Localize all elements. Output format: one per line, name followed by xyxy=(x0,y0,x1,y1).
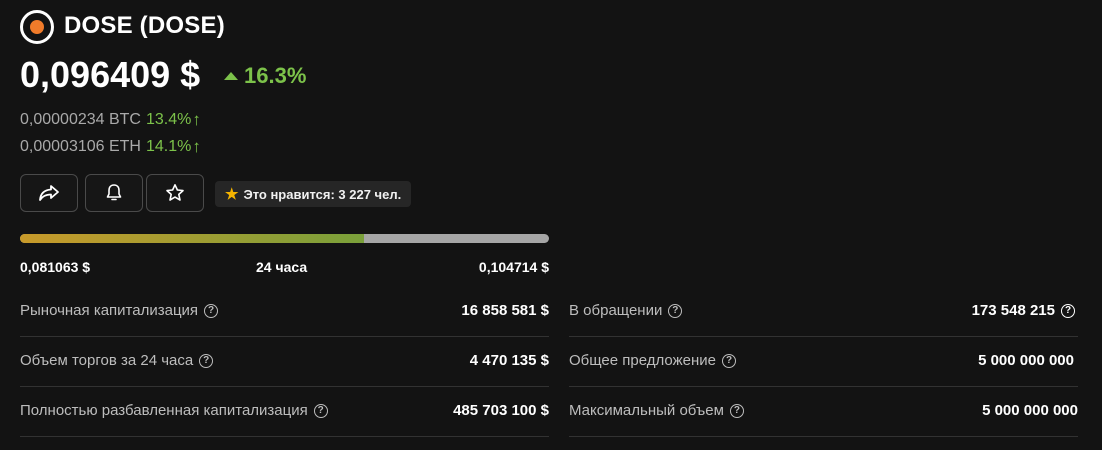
arrow-up-icon: ↑ xyxy=(192,137,201,156)
help-icon[interactable]: ? xyxy=(729,403,744,418)
coin-price: 0,096409 $ xyxy=(20,54,201,95)
range-period: 24 часа xyxy=(256,259,308,275)
share-icon xyxy=(39,185,59,201)
stat-label-market-cap: Рыночная капитализация? xyxy=(20,302,219,319)
help-icon[interactable]: ? xyxy=(1061,303,1075,318)
help-icon[interactable]: ? xyxy=(204,303,219,318)
eth-price-line: 0,00003106 ETH 14.1% ↑ xyxy=(20,137,201,157)
eth-value: 0,00003106 ETH xyxy=(20,138,141,155)
stat-label-total-supply: Общее предложение? xyxy=(569,352,736,369)
help-icon[interactable]: ? xyxy=(199,353,214,368)
watchlist-button[interactable] xyxy=(146,174,204,212)
divider xyxy=(569,436,1078,437)
likes-badge[interactable]: ★ Это нравится: 3 227 чел. xyxy=(215,181,412,207)
coin-title: DOSE (DOSE) xyxy=(64,12,225,39)
divider xyxy=(20,436,549,437)
stat-value-volume: 4 470 135 $ xyxy=(469,352,549,369)
stat-value-market-cap: 16 858 581 $ xyxy=(461,302,549,319)
alert-button[interactable] xyxy=(85,174,143,212)
help-icon[interactable]: ? xyxy=(722,353,736,368)
help-icon[interactable]: ? xyxy=(313,403,328,418)
price-change-value: 16.3% xyxy=(244,63,307,88)
arrow-up-icon: ↑ xyxy=(192,110,201,129)
stat-label-volume: Объем торгов за 24 часа? xyxy=(20,352,214,369)
eth-change: 14.1% xyxy=(145,138,192,155)
btc-price-line: 0,00000234 BTC 13.4% ↑ xyxy=(20,110,201,130)
stat-value-max-supply: 5 000 000 000 xyxy=(982,402,1078,419)
btc-change: 13.4% xyxy=(145,111,192,128)
coin-logo-icon xyxy=(20,10,54,44)
divider xyxy=(569,386,1078,387)
stat-label-circulating: В обращении? xyxy=(569,302,683,319)
divider xyxy=(20,386,549,387)
price-range-fill xyxy=(20,234,364,243)
star-filled-icon: ★ xyxy=(225,186,239,203)
price-range-bar xyxy=(20,234,549,243)
triangle-up-icon xyxy=(224,72,238,80)
bell-icon xyxy=(106,184,122,201)
price-change: 16.3% xyxy=(224,63,306,89)
stat-value-total-supply: 5 000 000 000 xyxy=(978,352,1074,369)
btc-value: 0,00000234 BTC xyxy=(20,111,141,128)
help-icon[interactable]: ? xyxy=(668,303,683,318)
stat-label-fdv: Полностью разбавленная капитализация? xyxy=(20,402,328,419)
stat-label-max-supply: Максимальный объем? xyxy=(569,402,744,419)
divider xyxy=(569,336,1078,337)
stat-value-fdv: 485 703 100 $ xyxy=(453,402,549,419)
likes-label: Это нравится: 3 227 чел. xyxy=(243,186,402,202)
share-button[interactable] xyxy=(20,174,78,212)
divider xyxy=(20,336,549,337)
stat-value-circulating: 173 548 215? xyxy=(972,302,1075,319)
range-low: 0,081063 $ xyxy=(20,259,91,275)
star-icon xyxy=(166,184,184,201)
range-high: 0,104714 $ xyxy=(478,259,549,275)
